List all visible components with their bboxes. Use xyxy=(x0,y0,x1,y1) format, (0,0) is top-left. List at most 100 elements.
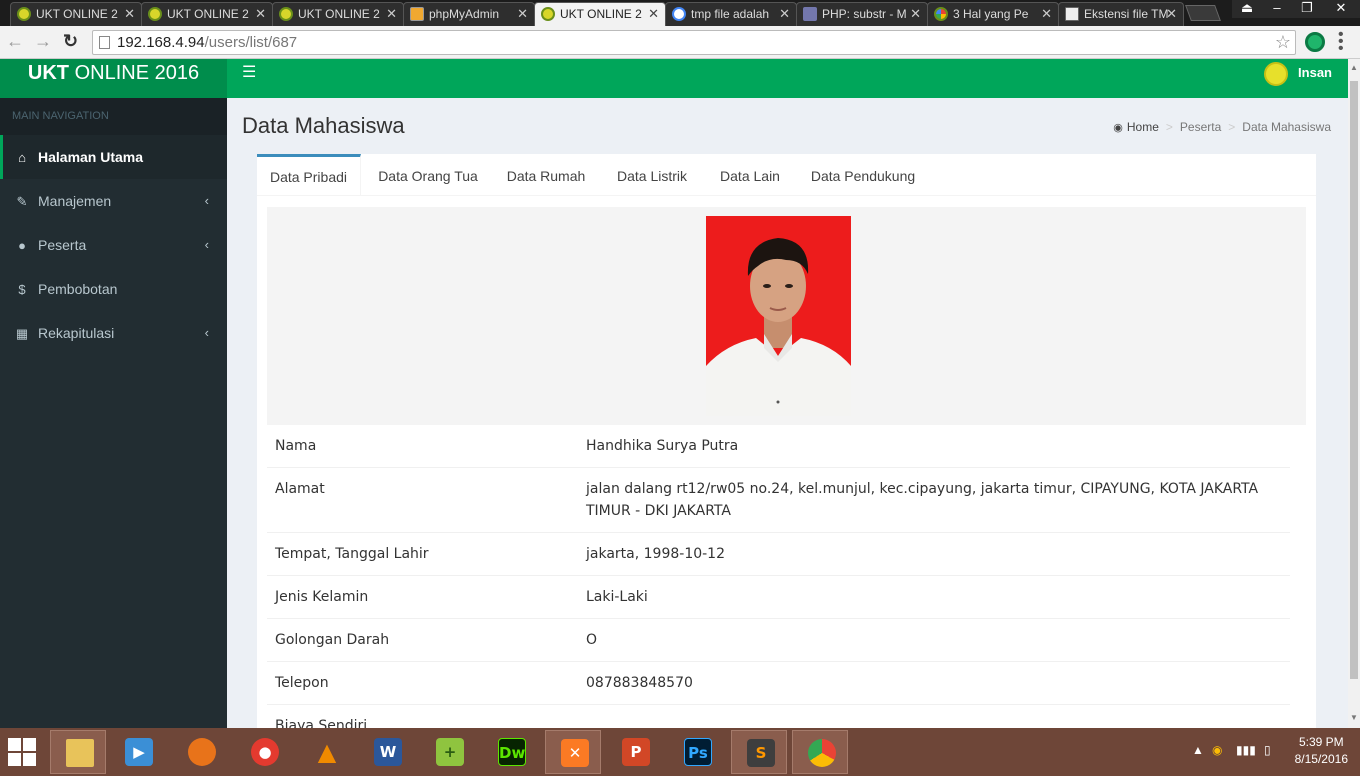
back-icon[interactable]: ← xyxy=(6,31,24,51)
detail-label: Tempat, Tanggal Lahir xyxy=(267,532,578,576)
reload-icon[interactable]: ↻ xyxy=(63,31,78,51)
word-icon[interactable]: W xyxy=(359,730,415,774)
browser-tab[interactable]: UKT ONLINE 2 ✕ xyxy=(10,2,142,26)
close-icon[interactable]: ✕ xyxy=(779,3,790,25)
extension-icon[interactable] xyxy=(1305,32,1325,52)
table-row: Jenis Kelamin Laki-Laki xyxy=(267,575,1290,619)
detail-value: O xyxy=(578,618,1290,662)
browser-tab[interactable]: 3 Hal yang Pe ✕ xyxy=(927,2,1059,26)
user-menu[interactable]: Insan xyxy=(1264,61,1332,86)
breadcrumb: ◉ Home > Peserta > Data Mahasiswa xyxy=(1113,120,1331,134)
tab-data-pendukung[interactable]: Data Pendukung xyxy=(802,154,924,196)
sidebar-item-rekapitulasi[interactable]: ▦ Rekapitulasi ‹ xyxy=(0,311,227,355)
tab-data-listrik[interactable]: Data Listrik xyxy=(604,154,700,196)
scroll-down-icon[interactable]: ▼ xyxy=(1350,713,1358,722)
sidebar-item-pembobotan[interactable]: $ Pembobotan xyxy=(0,267,227,311)
sidebar-item-halaman-utama[interactable]: ⌂ Halaman Utama xyxy=(0,135,227,179)
sidebar: MAIN NAVIGATION ⌂ Halaman Utama ✎ Manajeme… xyxy=(0,98,227,728)
photoshop-icon[interactable]: Ps xyxy=(669,730,725,774)
ukt-favicon-icon xyxy=(17,7,31,21)
browser-tab[interactable]: phpMyAdmin ✕ xyxy=(403,2,535,26)
network-icon[interactable]: ▮▮▮ xyxy=(1236,743,1256,757)
google-favicon-icon xyxy=(672,7,686,21)
tray-clock[interactable]: 5:39 PM 8/15/2016 xyxy=(1295,734,1348,768)
browser-tab[interactable]: tmp file adalah ✕ xyxy=(665,2,797,26)
table-row: Nama Handhika Surya Putra xyxy=(267,425,1290,468)
bookmark-star-icon[interactable]: ☆ xyxy=(1275,31,1291,54)
document-favicon-icon xyxy=(1065,7,1079,21)
powerpoint-icon[interactable]: P xyxy=(607,730,663,774)
dreamweaver-icon[interactable]: Dw xyxy=(483,730,539,774)
sidebar-item-manajemen[interactable]: ✎ Manajemen ‹ xyxy=(0,179,227,223)
browser-tab[interactable]: Ekstensi file TM ✕ xyxy=(1058,2,1184,26)
detail-label: Nama xyxy=(275,438,317,454)
sidebar-toggle-icon[interactable]: ☰ xyxy=(242,65,256,81)
close-icon[interactable]: ✕ xyxy=(386,3,397,25)
tab-data-rumah[interactable]: Data Rumah xyxy=(497,154,595,196)
breadcrumb-peserta[interactable]: Peserta xyxy=(1180,120,1221,134)
minimize-button[interactable]: – xyxy=(1262,0,1292,18)
browser-tab[interactable]: PHP: substr - M ✕ xyxy=(796,2,928,26)
tray-expand-icon[interactable]: ▲ xyxy=(1192,743,1204,757)
close-icon[interactable]: ✕ xyxy=(124,3,135,25)
browser-menu-icon[interactable]: • • • xyxy=(1338,27,1344,57)
scroll-up-icon[interactable]: ▲ xyxy=(1350,63,1358,72)
chrome-icon[interactable] xyxy=(792,730,848,774)
close-icon[interactable]: ✕ xyxy=(910,3,921,25)
close-icon[interactable]: ✕ xyxy=(1166,3,1177,25)
ukt-favicon-icon xyxy=(148,7,162,21)
detail-value: jakarta, 1998-10-12 xyxy=(578,532,1290,576)
new-tab-button[interactable] xyxy=(1185,5,1221,21)
detail-label: Jenis Kelamin xyxy=(267,575,578,619)
restore-button[interactable]: ❐ xyxy=(1292,0,1322,18)
battery-icon[interactable]: ▯ xyxy=(1264,743,1271,757)
app-logo[interactable]: UKT ONLINE 2016 xyxy=(0,59,227,98)
table-row: Golongan Darah O xyxy=(267,618,1290,662)
sublime-text-icon[interactable]: S xyxy=(731,730,787,774)
user-avatar xyxy=(1264,61,1289,86)
chevron-left-icon: ‹ xyxy=(204,193,209,208)
page-icon xyxy=(99,36,110,49)
forward-icon[interactable]: → xyxy=(34,31,52,51)
notepad-plus-plus-icon[interactable]: + xyxy=(421,730,477,774)
close-icon[interactable]: ✕ xyxy=(517,3,528,25)
ukt-favicon-icon xyxy=(279,7,293,21)
scrollbar-thumb[interactable] xyxy=(1350,81,1358,679)
detail-label: Telepon xyxy=(267,661,578,705)
windows-start-button[interactable] xyxy=(8,738,36,766)
breadcrumb-home[interactable]: Home xyxy=(1127,120,1159,134)
xampp-icon[interactable]: ✕ xyxy=(545,730,601,774)
browser-tab[interactable]: UKT ONLINE 2 ✕ xyxy=(141,2,273,26)
screen-recorder-icon[interactable]: ● xyxy=(236,730,292,774)
vlc-icon[interactable]: ▲ xyxy=(298,730,354,774)
close-window-button[interactable]: ✕ xyxy=(1322,0,1360,18)
home-icon: ⌂ xyxy=(18,150,26,165)
firefox-icon[interactable] xyxy=(173,730,229,774)
student-detail-table: Nama Handhika Surya Putra Alamat jalan dal… xyxy=(267,425,1290,747)
colorful-favicon-icon xyxy=(934,7,948,21)
browser-tab-active[interactable]: UKT ONLINE 2 ✕ xyxy=(534,2,666,26)
tab-data-orang-tua[interactable]: Data Orang Tua xyxy=(367,154,489,196)
detail-label: Alamat xyxy=(267,467,578,533)
close-icon[interactable]: ✕ xyxy=(648,3,659,25)
file-explorer-icon[interactable] xyxy=(50,730,106,774)
tab-data-lain[interactable]: Data Lain xyxy=(712,154,788,196)
detail-value: jalan dalang rt12/rw05 no.24, kel.munjul… xyxy=(578,467,1290,533)
media-player-icon[interactable]: ▶ xyxy=(110,730,166,774)
photo-panel xyxy=(267,207,1306,425)
profile-icon[interactable]: ⏏ xyxy=(1232,0,1262,18)
close-icon[interactable]: ✕ xyxy=(1041,3,1052,25)
sidebar-header: MAIN NAVIGATION xyxy=(0,98,227,135)
sidebar-item-peserta[interactable]: ● Peserta ‹ xyxy=(0,223,227,267)
tabs-box: Data Pribadi Data Orang Tua Data Rumah D… xyxy=(257,154,1316,747)
browser-tab[interactable]: UKT ONLINE 2 ✕ xyxy=(272,2,404,26)
breadcrumb-current: Data Mahasiswa xyxy=(1242,120,1331,134)
address-bar[interactable]: 192.168.4.94/users/list/687 ☆ xyxy=(92,30,1296,55)
tab-data-pribadi[interactable]: Data Pribadi xyxy=(257,154,361,196)
page-scrollbar[interactable]: ▲ ▼ xyxy=(1348,59,1360,728)
dashboard-icon: ◉ xyxy=(1113,122,1123,134)
chevron-left-icon: ‹ xyxy=(204,325,209,340)
close-icon[interactable]: ✕ xyxy=(255,3,266,25)
tray-app-icon[interactable]: ◉ xyxy=(1212,743,1222,757)
browser-tab-strip: UKT ONLINE 2 ✕ UKT ONLINE 2 ✕ UKT ONLINE 2… xyxy=(0,0,1360,26)
